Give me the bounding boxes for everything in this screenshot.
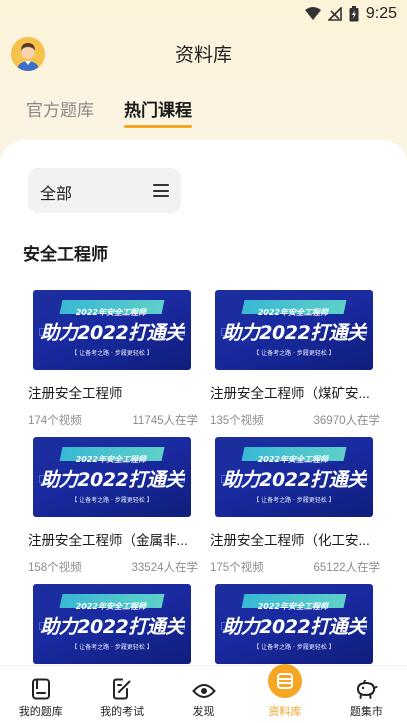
thumbnail-tagline: 【 让备考之路 · 步履更轻松 】: [253, 497, 335, 504]
learner-count: 36970人在学: [313, 415, 380, 427]
course-meta: 158个视频 33524人在学: [28, 559, 198, 575]
menu-icon: [153, 184, 169, 197]
course-card[interactable]: 2022年安全工程师 助力2022打通关 【 让备考之路 · 步履更轻松 】 注…: [28, 290, 200, 428]
thumbnail-headline: 助力2022打通关: [40, 616, 184, 638]
status-time: 9:25: [365, 5, 397, 22]
section-title: 安全工程师: [23, 245, 108, 264]
nav-label: 我的题库: [18, 706, 63, 718]
battery-icon: [349, 6, 359, 22]
course-card[interactable]: 2022年安全工程师 助力2022打通关 【 让备考之路 · 步履更轻松 】 注…: [210, 290, 382, 428]
course-thumbnail: 2022年安全工程师 助力2022打通关 【 让备考之路 · 步履更轻松 】: [215, 290, 373, 370]
thumbnail-tagline: 【 让备考之路 · 步履更轻松 】: [71, 644, 153, 651]
video-count: 174个视频: [28, 415, 82, 427]
course-name: 注册安全工程师（煤矿安...: [210, 386, 370, 401]
video-count: 175个视频: [210, 562, 264, 574]
thumbnail-headline: 助力2022打通关: [40, 322, 184, 344]
library-icon: [276, 673, 293, 689]
thumbnail-headline: 助力2022打通关: [222, 322, 366, 344]
course-card[interactable]: 2022年安全工程师 助力2022打通关 【 让备考之路 · 步履更轻松 】 注…: [28, 437, 200, 575]
nav-discover[interactable]: 发现: [163, 666, 244, 723]
thumbnail-tagline: 【 让备考之路 · 步履更轻松 】: [253, 350, 335, 357]
book-icon: [31, 678, 50, 700]
thumbnail-tagline: 【 让备考之路 · 步履更轻松 】: [253, 644, 335, 651]
no-signal-icon: [327, 7, 342, 21]
thumbnail-headline: 助力2022打通关: [222, 469, 366, 491]
thumbnail-headline: 助力2022打通关: [40, 469, 184, 491]
active-indicator: [267, 664, 302, 698]
course-card[interactable]: 2022年安全工程师 助力2022打通关 【 让备考之路 · 步履更轻松 】: [28, 584, 200, 664]
course-name: 注册安全工程师（化工安...: [210, 533, 370, 548]
course-thumbnail: 2022年安全工程师 助力2022打通关 【 让备考之路 · 步履更轻松 】: [215, 437, 373, 517]
course-thumbnail: 2022年安全工程师 助力2022打通关 【 让备考之路 · 步履更轻松 】: [215, 584, 373, 664]
nav-my-question-bank[interactable]: 我的题库: [0, 666, 81, 723]
course-thumbnail: 2022年安全工程师 助力2022打通关 【 让备考之路 · 步履更轻松 】: [33, 290, 191, 370]
nav-label: 题集市: [349, 706, 383, 718]
learner-count: 33524人在学: [131, 562, 198, 574]
course-meta: 135个视频 36970人在学: [210, 412, 380, 428]
header: 资料库: [0, 28, 407, 76]
course-name: 注册安全工程师: [28, 386, 123, 401]
thumbnail-headline: 助力2022打通关: [222, 616, 366, 638]
nav-question-market[interactable]: 题集市: [326, 666, 407, 723]
bottom-nav: 我的题库 我的考试 发现 资料库 题集市: [0, 664, 407, 723]
video-count: 135个视频: [210, 415, 264, 427]
category-filter-label: 全部: [40, 186, 73, 203]
eye-icon: [191, 684, 216, 698]
course-meta: 174个视频 11745人在学: [28, 412, 198, 428]
nav-label: 我的考试: [100, 706, 145, 718]
tab-bar: 官方题库 热门课程: [26, 96, 192, 128]
nav-library[interactable]: 资料库: [244, 664, 325, 723]
course-name: 注册安全工程师（金属非...: [28, 533, 188, 548]
course-meta: 175个视频 65122人在学: [210, 559, 380, 575]
course-thumbnail: 2022年安全工程师 助力2022打通关 【 让备考之路 · 步履更轻松 】: [33, 437, 191, 517]
page-title: 资料库: [174, 45, 232, 66]
video-count: 158个视频: [28, 562, 82, 574]
piggy-bank-icon: [357, 680, 378, 699]
thumbnail-tagline: 【 让备考之路 · 步履更轻松 】: [71, 350, 153, 357]
learner-count: 11745人在学: [132, 415, 198, 427]
tab-official-question-bank[interactable]: 官方题库: [26, 96, 94, 128]
content-panel: 全部 安全工程师 2022年安全工程师 助力2022打通关 【 让备考之路 · …: [0, 140, 407, 723]
status-icons: 9:25: [304, 5, 397, 23]
thumbnail-tagline: 【 让备考之路 · 步履更轻松 】: [71, 497, 153, 504]
nav-label: 发现: [192, 706, 215, 718]
nav-my-exams[interactable]: 我的考试: [81, 666, 162, 723]
learner-count: 65122人在学: [313, 562, 380, 574]
wifi-icon: [304, 7, 321, 20]
status-bar: 9:25: [0, 0, 407, 28]
course-card[interactable]: 2022年安全工程师 助力2022打通关 【 让备考之路 · 步履更轻松 】: [210, 584, 382, 664]
tab-hot-courses[interactable]: 热门课程: [124, 96, 192, 128]
edit-note-icon: [113, 678, 131, 700]
course-card[interactable]: 2022年安全工程师 助力2022打通关 【 让备考之路 · 步履更轻松 】 注…: [210, 437, 382, 575]
category-filter[interactable]: 全部: [28, 168, 181, 213]
nav-label: 资料库: [268, 706, 302, 718]
course-thumbnail: 2022年安全工程师 助力2022打通关 【 让备考之路 · 步履更轻松 】: [33, 584, 191, 664]
